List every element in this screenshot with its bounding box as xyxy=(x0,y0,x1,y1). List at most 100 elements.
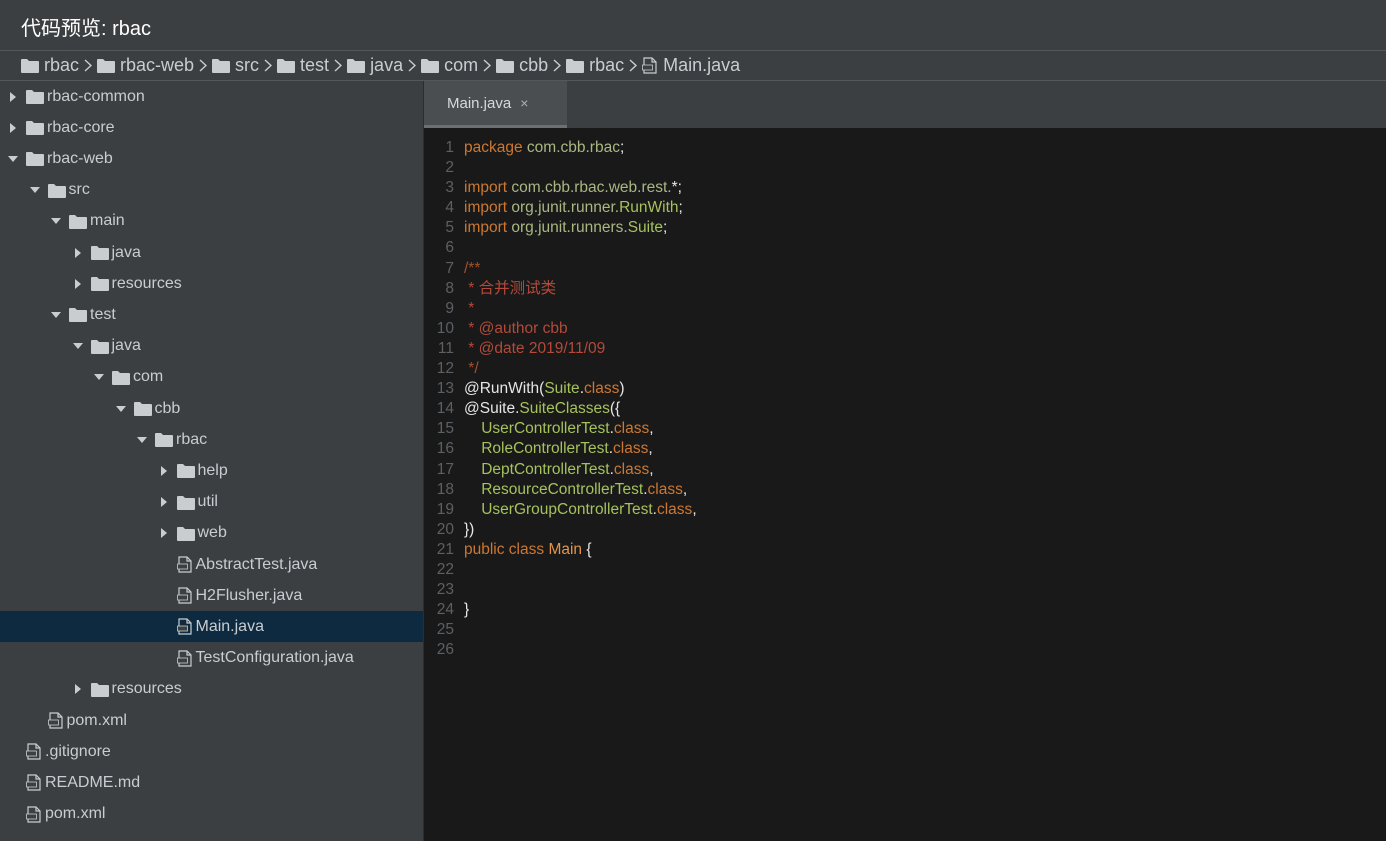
code-text: /** xyxy=(464,259,480,279)
tree-item[interactable]: resources xyxy=(0,674,423,705)
tree-item[interactable]: src xyxy=(0,175,423,206)
tree-item[interactable]: com xyxy=(0,362,423,393)
code-token: , xyxy=(692,500,697,518)
code-token: { xyxy=(586,540,592,558)
tree-item-label: AbstractTest.java xyxy=(195,555,318,573)
breadcrumb-item[interactable]: rbac-web xyxy=(97,55,194,76)
code-token: ) xyxy=(619,380,625,398)
line-number: 15 xyxy=(436,420,454,438)
tree-item[interactable]: README.md xyxy=(0,767,423,798)
code-text: * xyxy=(464,299,474,319)
tree-item[interactable]: java xyxy=(0,331,423,362)
tree-item[interactable]: rbac xyxy=(0,424,423,455)
code-token: import xyxy=(464,199,512,217)
code-line: 23 xyxy=(424,580,1386,600)
caret-down-icon[interactable] xyxy=(72,340,84,352)
editor-tab-bar: Main.java × xyxy=(424,81,1386,128)
line-number: 25 xyxy=(436,621,454,639)
caret-down-icon[interactable] xyxy=(136,434,148,446)
caret-right-icon[interactable] xyxy=(7,122,19,134)
tree-item[interactable]: java xyxy=(0,237,423,268)
folder-icon xyxy=(21,58,39,73)
breadcrumb-item[interactable]: com xyxy=(421,55,478,76)
caret-down-icon[interactable] xyxy=(50,215,62,227)
line-number: 4 xyxy=(445,199,454,217)
breadcrumb-item[interactable]: java xyxy=(347,55,403,76)
code-text: import com.cbb.rbac.web.rest.*; xyxy=(464,178,682,198)
caret-right-icon[interactable] xyxy=(158,527,170,539)
caret-spacer xyxy=(158,652,170,664)
tree-item-label: README.md xyxy=(45,773,141,791)
tree-item[interactable]: AbstractTest.java xyxy=(0,549,423,580)
breadcrumb-label: test xyxy=(300,55,330,75)
breadcrumb-item[interactable]: test xyxy=(277,55,329,76)
chevron-right-icon xyxy=(478,59,496,72)
tree-item[interactable]: test xyxy=(0,299,423,330)
folder-icon xyxy=(133,401,152,416)
breadcrumb-label: src xyxy=(235,55,260,75)
tree-item[interactable]: rbac-web xyxy=(0,143,423,174)
caret-right-icon[interactable] xyxy=(158,496,170,508)
tab-main-java[interactable]: Main.java × xyxy=(424,81,567,128)
code-token: class xyxy=(613,420,650,438)
close-icon[interactable]: × xyxy=(520,95,528,111)
line-number: 24 xyxy=(436,601,454,619)
file-tree: rbac-common rbac-core rbac-web src main java r… xyxy=(0,81,423,841)
folder-icon xyxy=(176,495,195,510)
tree-item[interactable]: web xyxy=(0,518,423,549)
caret-right-icon[interactable] xyxy=(72,278,84,290)
tree-item[interactable]: resources xyxy=(0,268,423,299)
folder-icon xyxy=(90,682,109,697)
chevron-right-icon xyxy=(329,59,347,72)
breadcrumb-item[interactable]: rbac xyxy=(566,55,624,76)
page-title: 代码预览: rbac xyxy=(21,18,152,40)
caret-right-icon[interactable] xyxy=(72,247,84,259)
folder-icon xyxy=(26,151,44,167)
code-token: class xyxy=(584,380,620,398)
caret-spacer xyxy=(158,559,170,571)
tree-item[interactable]: .gitignore xyxy=(0,736,423,767)
code-line: 17 DeptControllerTest.class, xyxy=(424,460,1386,480)
code-token: UserControllerTest xyxy=(481,420,610,438)
code-text: */ xyxy=(464,359,478,379)
code-token: RoleControllerTest xyxy=(481,440,609,458)
code-line: 19 UserGroupControllerTest.class, xyxy=(424,500,1386,520)
caret-down-icon[interactable] xyxy=(50,309,62,321)
code-token: * @date 2019/11/09 xyxy=(464,339,606,357)
code-content[interactable]: 1 package com.cbb.rbac; 2 3 import com.cbb.r… xyxy=(424,138,1386,660)
caret-spacer xyxy=(158,621,170,633)
caret-right-icon[interactable] xyxy=(72,683,84,695)
tree-item[interactable]: Main.java xyxy=(0,611,423,643)
tree-item-label: Main.java xyxy=(195,617,264,635)
caret-down-icon[interactable] xyxy=(29,184,41,196)
code-line: 20}) xyxy=(424,520,1386,540)
folder-icon xyxy=(69,214,87,229)
caret-right-icon[interactable] xyxy=(7,91,19,103)
caret-down-icon[interactable] xyxy=(7,153,19,165)
file-icon xyxy=(176,618,193,635)
line-number: 7 xyxy=(445,259,454,277)
code-token: *; xyxy=(671,179,682,197)
caret-down-icon[interactable] xyxy=(115,403,127,415)
breadcrumb-item[interactable]: rbac xyxy=(21,55,79,76)
tree-item[interactable]: pom.xml xyxy=(0,705,423,736)
breadcrumb-item[interactable]: cbb xyxy=(496,55,548,76)
tree-item[interactable]: util xyxy=(0,487,423,518)
folder-icon xyxy=(112,370,130,385)
caret-right-icon[interactable] xyxy=(158,465,170,477)
tree-item[interactable]: rbac-core xyxy=(0,112,423,143)
tree-item[interactable]: H2Flusher.java xyxy=(0,580,423,611)
code-text: DeptControllerTest.class, xyxy=(464,460,653,480)
line-number: 16 xyxy=(436,440,454,458)
breadcrumb-item[interactable]: src xyxy=(212,55,259,76)
code-token: ; xyxy=(663,219,668,237)
line-number: 3 xyxy=(445,179,454,197)
breadcrumb-item[interactable]: Main.java xyxy=(642,55,740,76)
tree-item[interactable]: cbb xyxy=(0,393,423,424)
tree-item[interactable]: rbac-common xyxy=(0,81,423,112)
tree-item[interactable]: help xyxy=(0,455,423,486)
tree-item[interactable]: pom.xml xyxy=(0,799,423,830)
tree-item[interactable]: main xyxy=(0,206,423,237)
caret-down-icon[interactable] xyxy=(93,371,105,383)
tree-item[interactable]: TestConfiguration.java xyxy=(0,643,423,674)
